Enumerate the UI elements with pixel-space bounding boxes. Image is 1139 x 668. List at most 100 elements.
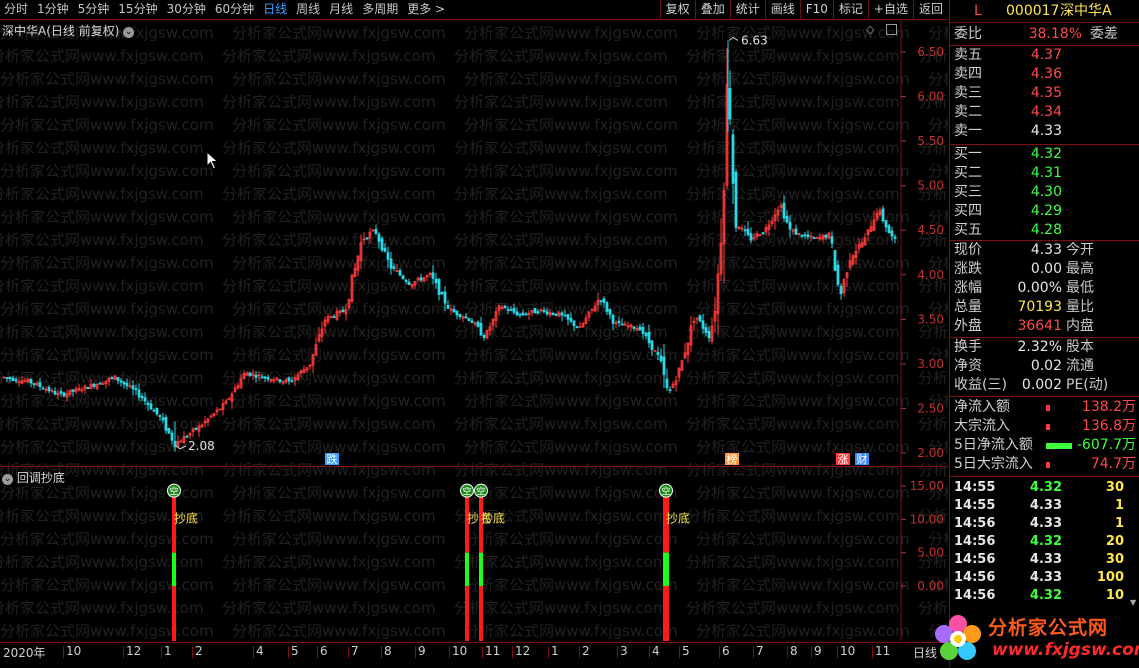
time-axis-label: 4 [256, 644, 264, 658]
candle-body [641, 327, 645, 334]
tick-scrollbar[interactable]: ▼ [1128, 478, 1137, 608]
sell-level-price: 4.37 [1030, 47, 1062, 63]
candle-body [785, 215, 789, 223]
candle-body [578, 326, 582, 328]
tool-button[interactable]: 画线 [764, 0, 800, 19]
stat-value: 36641 [1017, 318, 1062, 334]
candle-body [575, 326, 579, 329]
mouse-cursor-icon [206, 151, 219, 170]
time-axis-label: 7 [351, 644, 359, 658]
stat-label-right: 最低 [1066, 280, 1094, 296]
candle-body [401, 275, 405, 280]
stat-value: 0.00% [1017, 280, 1062, 296]
period-tab[interactable]: 日线 [259, 0, 292, 18]
indicator-axis-label: 0.00 [917, 579, 944, 593]
flow-label: 5日净流入额 [954, 437, 1033, 453]
high-label: 6.63 [741, 33, 768, 47]
market-flag: L [974, 3, 982, 19]
tool-button[interactable]: 叠加 [694, 0, 730, 19]
tool-button[interactable]: F10 [799, 0, 833, 19]
period-tab[interactable]: 分时 [0, 0, 33, 18]
candle-body [194, 427, 198, 430]
buy-level: 买五 4.28 [950, 221, 1139, 240]
stat-row: 现价 4.33 今开 [950, 241, 1139, 260]
period-tab[interactable]: 多周期 [358, 0, 403, 18]
candle-body [458, 313, 462, 318]
tick-row: 14:55 4.32 30 [950, 478, 1139, 496]
price-axis-label: 3.50 [917, 312, 944, 326]
signal-label: 抄底 [481, 511, 505, 526]
candle-body [407, 281, 411, 285]
flow-row: 5日大宗流入 74.7万 [950, 455, 1139, 474]
period-tab[interactable]: 30分钟 [163, 0, 211, 18]
tick-list[interactable]: 14:55 4.32 30 14:55 4.33 1 14:56 4.33 1 14:56 4.32… [950, 478, 1139, 608]
tick-time: 14:55 [954, 480, 996, 495]
signal-bar-lower [172, 586, 176, 641]
tick-time: 14:56 [954, 552, 996, 567]
candle-body [137, 389, 141, 398]
fundamental-label: 净资 [954, 358, 982, 374]
tick-price: 4.33 [1029, 498, 1062, 513]
candle-body [452, 308, 456, 313]
tool-button[interactable]: 复权 [659, 0, 695, 19]
stock-name: 深中华A [1060, 3, 1112, 19]
candle-body [263, 376, 267, 379]
tool-button[interactable]: 返回 [912, 0, 948, 19]
candle-body [479, 322, 483, 336]
time-axis-label: 7 [756, 644, 764, 658]
period-tab[interactable]: 月线 [325, 0, 358, 18]
period-tab[interactable]: 60分钟 [211, 0, 259, 18]
candle-body [386, 252, 390, 260]
candle-body [743, 229, 747, 232]
candle-body [836, 264, 840, 285]
candle-body [155, 407, 159, 415]
period-tab[interactable]: 周线 [292, 0, 325, 18]
tick-price: 4.32 [1029, 534, 1062, 549]
candle-body [782, 202, 786, 219]
weicha-label: 委差 [1090, 26, 1118, 42]
candle-body [665, 378, 669, 389]
tool-button[interactable]: +自选 [867, 0, 913, 19]
indicator-axis-label: 10.00 [910, 512, 944, 526]
candle-body [53, 390, 57, 395]
candle-body [551, 313, 555, 315]
candle-body [341, 309, 345, 313]
price-axis-label: 6.00 [917, 90, 944, 104]
period-tab[interactable]: 更多 > [403, 0, 450, 18]
price-axis-label: 5.50 [917, 134, 944, 148]
candle-body [521, 312, 525, 315]
candle-body [749, 233, 753, 241]
candle-body [884, 220, 888, 228]
tick-time: 14:56 [954, 516, 996, 531]
candle-body [140, 395, 144, 399]
period-tab[interactable]: 1分钟 [33, 0, 74, 18]
time-axis-tick [288, 646, 289, 658]
price-axis-label: 6.50 [917, 45, 944, 59]
candle-body [806, 234, 810, 238]
tool-button[interactable]: 标记 [832, 0, 868, 19]
flow-label: 净流入额 [954, 399, 1010, 415]
candle-body [365, 237, 369, 240]
buy-level: 买二 4.31 [950, 164, 1139, 183]
candle-body [734, 172, 738, 228]
tick-price: 4.32 [1029, 480, 1062, 495]
high-pointer-icon [728, 36, 739, 41]
buy-level-price: 4.28 [1030, 222, 1062, 238]
period-tab[interactable]: 15分钟 [114, 0, 162, 18]
candle-body [380, 238, 384, 251]
candle-body [728, 88, 732, 120]
period-tab[interactable]: 5分钟 [74, 0, 115, 18]
candle-body [8, 377, 12, 380]
flow-row: 大宗流入 136.8万 [950, 417, 1139, 436]
tool-button[interactable]: 统计 [729, 0, 765, 19]
time-axis-tick [348, 646, 349, 658]
candle-body [512, 307, 516, 313]
candle-body [704, 327, 708, 333]
tick-row: 14:55 4.33 1 [950, 496, 1139, 514]
flow-bar [1046, 424, 1050, 430]
time-axis-tick [512, 646, 513, 658]
stat-label-right: 量比 [1066, 299, 1094, 315]
candle-body [131, 385, 135, 390]
scroll-down-icon[interactable]: ▼ [1130, 598, 1136, 607]
tick-time: 14:56 [954, 588, 996, 603]
